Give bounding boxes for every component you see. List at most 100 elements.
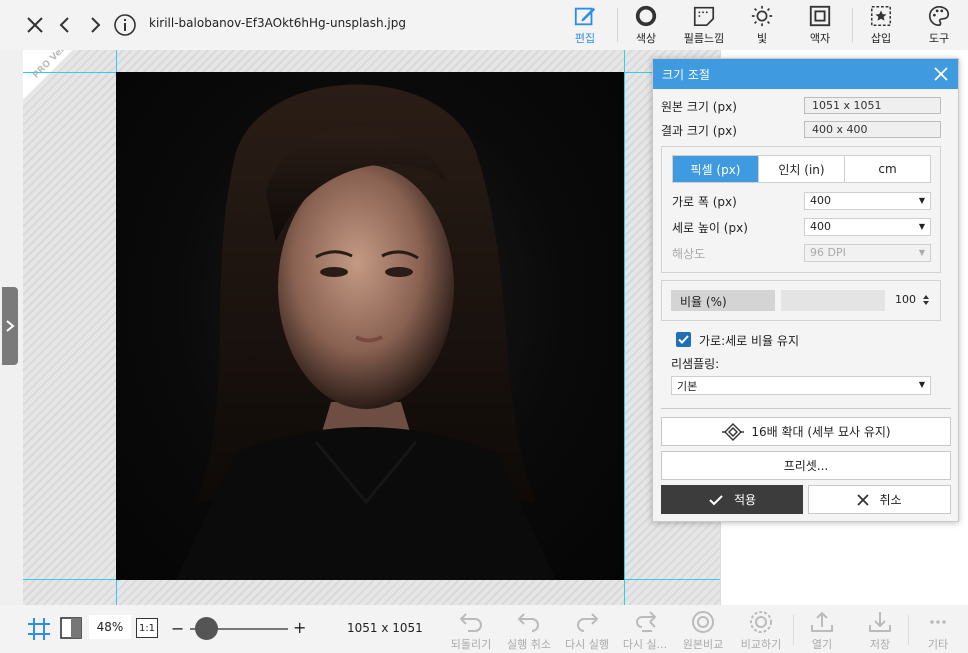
dropdown-arrow-icon: ▼ xyxy=(918,196,925,205)
ratio-label: 비율 (%) xyxy=(671,290,775,311)
resolution-select: 96 DPI ▼ xyxy=(804,244,931,262)
tool-edit[interactable]: 편집 xyxy=(560,4,610,46)
portrait-photo xyxy=(116,72,624,580)
check-icon xyxy=(709,494,723,505)
cancel-label: 취소 xyxy=(879,493,902,507)
insert-icon xyxy=(871,6,891,26)
tool-film-label: 필름느낌 xyxy=(683,32,725,45)
width-label: 가로 폭 (px) xyxy=(672,195,737,209)
next-icon[interactable] xyxy=(82,12,108,38)
tool-light[interactable]: 빛 xyxy=(737,4,787,46)
download-icon xyxy=(869,612,891,632)
open-button[interactable]: 열기 xyxy=(795,609,849,652)
preset-label: 프리셋... xyxy=(783,459,829,473)
file-name: kirill-balobanov-Ef3AOkt6hHg-unsplash.jp… xyxy=(149,16,406,30)
undo-icon xyxy=(517,613,539,632)
zoom-level[interactable]: 48% xyxy=(89,615,131,639)
tool-edit-label: 편집 xyxy=(574,32,596,45)
unit-cm[interactable]: cm xyxy=(845,156,930,182)
revert-label: 되돌리기 xyxy=(450,638,492,651)
height-label: 세로 높이 (px) xyxy=(672,221,748,235)
redo-button[interactable]: 다시 실행 xyxy=(560,609,614,652)
zoom-slider-knob[interactable] xyxy=(195,617,218,640)
tool-insert[interactable]: 삽입 xyxy=(856,4,906,46)
save-button[interactable]: 저장 xyxy=(853,609,907,652)
bottom-toolbar: 48% 1:1 − + 1051 x 1051 되돌리기 실행 취소 다시 실행… xyxy=(0,605,968,653)
info-icon[interactable] xyxy=(112,12,138,38)
tool-color-label: 색상 xyxy=(635,32,657,45)
zoom-in-icon[interactable]: + xyxy=(293,618,306,637)
resampling-select[interactable]: 기본 ▼ xyxy=(671,376,931,395)
dropdown-arrow-icon: ▼ xyxy=(918,248,925,257)
image-dimensions: 1051 x 1051 xyxy=(347,621,423,635)
more-button[interactable]: 기타 xyxy=(911,609,965,652)
upscale-16x-button[interactable]: 16배 확대 (세부 묘사 유지) xyxy=(661,417,951,446)
compare-icon xyxy=(750,611,772,633)
unit-pixel[interactable]: 픽셀 (px) xyxy=(673,156,759,182)
dialog-divider xyxy=(661,408,951,409)
original-compare-icon xyxy=(692,611,714,633)
tool-frame[interactable]: 액자 xyxy=(795,4,845,46)
ratio-value: 100 xyxy=(895,293,916,306)
undo-label: 실행 취소 xyxy=(507,638,551,651)
ratio-spinner[interactable]: 100 xyxy=(891,290,933,311)
result-size-value: 400 x 400 xyxy=(804,121,941,138)
more-label: 기타 xyxy=(927,638,949,651)
actual-size-button[interactable]: 1:1 xyxy=(136,618,158,638)
tool-insert-label: 삽입 xyxy=(870,32,892,45)
height-select[interactable]: 400 ▼ xyxy=(804,218,931,236)
width-value: 400 xyxy=(810,194,831,207)
keep-ratio-checkbox[interactable] xyxy=(676,332,691,347)
guide-line-right xyxy=(624,50,625,605)
apply-button[interactable]: 적용 xyxy=(661,485,803,514)
undo-button[interactable]: 실행 취소 xyxy=(502,609,556,652)
unit-inch[interactable]: 인치 (in) xyxy=(759,156,845,182)
ratio-slider[interactable] xyxy=(781,290,885,311)
open-label: 열기 xyxy=(811,638,833,651)
upscale-label: 16배 확대 (세부 묘사 유지) xyxy=(751,425,891,439)
resize-dialog: 크기 조절 원본 크기 (px) 1051 x 1051 결과 크기 (px) … xyxy=(652,58,959,522)
light-icon xyxy=(751,5,773,27)
previous-icon[interactable] xyxy=(52,12,78,38)
original-compare-label: 원본비교 xyxy=(682,638,724,651)
keep-ratio-label: 가로:세로 비율 유지 xyxy=(699,334,799,348)
tool-tools[interactable]: 도구 xyxy=(914,4,964,46)
compare-button[interactable]: 비교하기 xyxy=(734,609,788,652)
crop-grid-icon[interactable] xyxy=(27,617,51,644)
film-icon xyxy=(693,6,715,27)
top-toolbar: kirill-balobanov-Ef3AOkt6hHg-unsplash.jp… xyxy=(0,0,968,50)
width-select[interactable]: 400 ▼ xyxy=(804,192,931,210)
apply-label: 적용 xyxy=(733,493,757,507)
preset-button[interactable]: 프리셋... xyxy=(661,451,951,480)
checkmark-icon xyxy=(678,335,689,344)
pro-version-badge: PRO Version xyxy=(23,50,73,100)
redo-all-button[interactable]: 다시 실... xyxy=(618,609,672,652)
dialog-title-bar: 크기 조절 xyxy=(653,59,958,89)
cancel-button[interactable]: 취소 xyxy=(808,485,951,514)
upscale-icon xyxy=(722,422,745,441)
tool-color[interactable]: 색상 xyxy=(621,4,671,46)
tool-tools-label: 도구 xyxy=(928,32,950,45)
result-size-label: 결과 크기 (px) xyxy=(661,124,737,138)
tool-frame-label: 액자 xyxy=(809,32,831,45)
dialog-close-icon[interactable] xyxy=(934,67,948,81)
frame-icon xyxy=(809,5,831,27)
dialog-title: 크기 조절 xyxy=(662,68,710,82)
tool-film[interactable]: 필름느낌 xyxy=(679,4,729,46)
revert-button[interactable]: 되돌리기 xyxy=(444,609,498,652)
close-icon[interactable] xyxy=(22,12,48,38)
zoom-out-icon[interactable]: − xyxy=(171,619,184,638)
redo-label: 다시 실행 xyxy=(565,638,609,651)
resampling-label: 리샘플링: xyxy=(671,357,720,371)
upload-icon xyxy=(811,611,833,632)
redo-all-icon xyxy=(636,611,657,632)
original-compare-button[interactable]: 원본비교 xyxy=(676,609,730,652)
compare-view-icon[interactable] xyxy=(60,617,82,642)
dropdown-arrow-icon: ▼ xyxy=(918,380,925,389)
original-size-value: 1051 x 1051 xyxy=(804,97,941,114)
expand-panel-handle[interactable] xyxy=(2,287,18,365)
height-value: 400 xyxy=(810,220,831,233)
dropdown-arrow-icon: ▼ xyxy=(918,222,925,231)
unit-selector: 픽셀 (px) 인치 (in) cm xyxy=(672,155,931,183)
palette-icon xyxy=(928,5,950,27)
